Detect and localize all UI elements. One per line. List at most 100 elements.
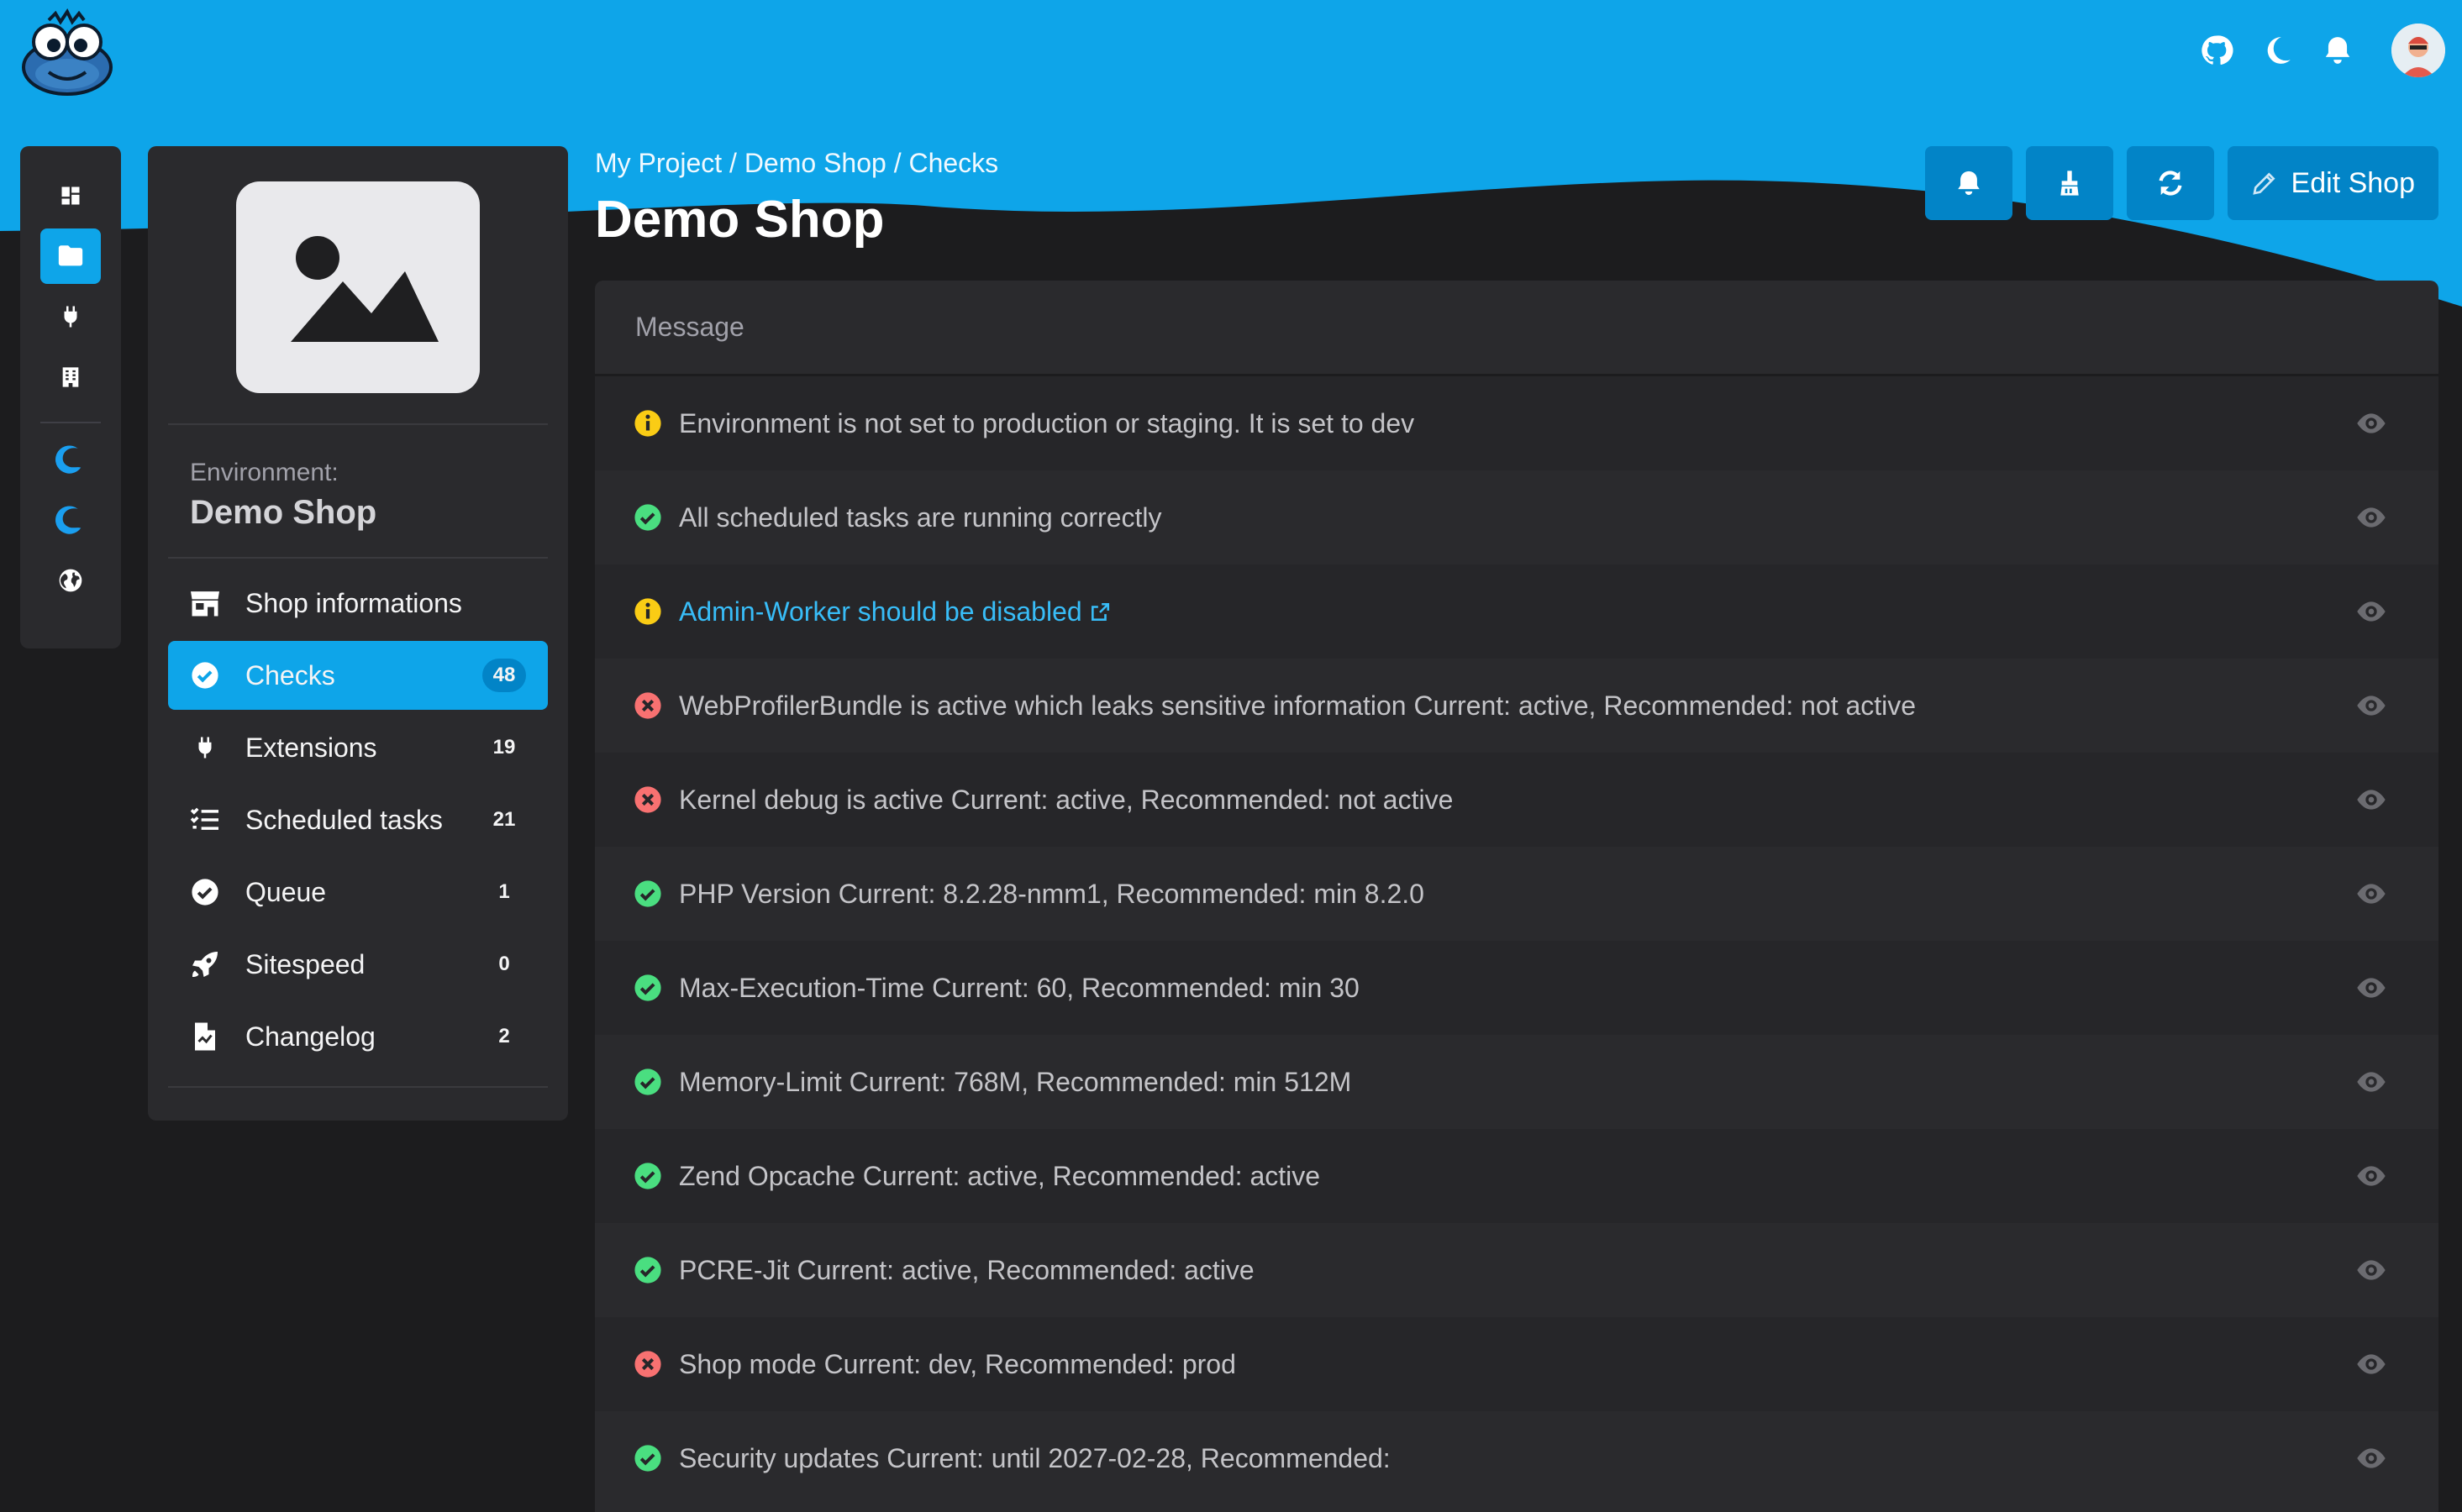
nav-scheduled-tasks[interactable]: Scheduled tasks 21 — [168, 785, 548, 854]
shopware-icon — [55, 445, 82, 474]
check-message-text: Environment is not set to production or … — [679, 407, 1415, 438]
table-row: Environment is not set to production or … — [595, 376, 2438, 470]
rail-globe[interactable] — [40, 553, 101, 608]
rail-extensions[interactable] — [40, 289, 101, 344]
info-circle-icon — [634, 409, 662, 438]
topbar-actions — [2198, 24, 2445, 77]
user-avatar[interactable] — [2391, 24, 2445, 77]
check-message: Environment is not set to production or … — [679, 408, 2354, 439]
icon-rail — [20, 146, 121, 648]
check-message: Kernel debug is active Current: active, … — [679, 785, 2354, 816]
bell-icon[interactable] — [2319, 32, 2356, 69]
table-row: PHP Version Current: 8.2.28-nmm1, Recomm… — [595, 847, 2438, 941]
refresh-icon — [2159, 171, 2181, 196]
nav-changelog[interactable]: Changelog 2 — [168, 1002, 548, 1071]
eye-icon[interactable] — [2354, 1253, 2388, 1287]
environment-label: Environment: — [190, 459, 339, 486]
check-message-text: All scheduled tasks are running correctl… — [679, 501, 1162, 533]
shopware-icon — [55, 506, 82, 534]
eye-icon[interactable] — [2354, 1347, 2388, 1381]
page-title: Demo Shop — [595, 191, 885, 249]
eye-icon[interactable] — [2354, 1159, 2388, 1193]
table-row: Max-Execution-Time Current: 60, Recommen… — [595, 941, 2438, 1035]
eye-icon[interactable] — [2354, 501, 2388, 534]
check-message-text: Zend Opcache Current: active, Recommende… — [679, 1160, 1321, 1191]
shop-panel: Environment: Demo Shop Shop informations… — [148, 146, 568, 1121]
nav-label: Sitespeed — [245, 948, 366, 979]
edit-shop-button[interactable]: Edit Shop — [2227, 146, 2438, 220]
x-circle-icon — [634, 785, 662, 814]
nav-queue[interactable]: Queue 1 — [168, 858, 548, 927]
building-icon — [62, 367, 79, 387]
check-circle-icon — [188, 875, 222, 909]
check-message-text: Shop mode Current: dev, Recommended: pro… — [679, 1348, 1236, 1379]
check-message-text: WebProfilerBundle is active which leaks … — [679, 690, 1917, 721]
breadcrumb-separator: / — [722, 148, 744, 178]
breadcrumb-current[interactable]: Checks — [908, 148, 998, 178]
dashboard-icon — [61, 186, 80, 205]
rail-projects[interactable] — [40, 228, 101, 284]
notifications-button[interactable] — [1924, 146, 2012, 220]
rail-shopware-2[interactable] — [40, 492, 101, 548]
eye-icon[interactable] — [2354, 1441, 2388, 1475]
rail-dashboard[interactable] — [40, 168, 101, 223]
eye-icon[interactable] — [2354, 1065, 2388, 1099]
eye-icon[interactable] — [2354, 877, 2388, 911]
check-message: Security updates Current: until 2027-02-… — [679, 1443, 2354, 1474]
edit-shop-label: Edit Shop — [2291, 166, 2415, 199]
check-message-text: PCRE-Jit Current: active, Recommended: a… — [679, 1254, 1255, 1285]
check-message-text: Security updates Current: until 2027-02-… — [679, 1442, 1391, 1473]
eye-icon[interactable] — [2354, 971, 2388, 1005]
check-message: PCRE-Jit Current: active, Recommended: a… — [679, 1255, 2354, 1286]
nav-sitespeed[interactable]: Sitespeed 0 — [168, 930, 548, 999]
table-row: Kernel debug is active Current: active, … — [595, 753, 2438, 847]
rail-divider — [40, 422, 101, 423]
panel-divider — [168, 557, 548, 559]
check-circle-icon — [634, 1162, 662, 1190]
check-message-text: Kernel debug is active Current: active, … — [679, 784, 1454, 815]
refresh-button[interactable] — [2126, 146, 2214, 220]
breadcrumb-project[interactable]: My Project — [595, 148, 722, 178]
check-circle-icon — [634, 1444, 662, 1473]
check-circle-icon — [634, 1256, 662, 1284]
eye-icon[interactable] — [2354, 689, 2388, 722]
breadcrumb-separator: / — [886, 148, 909, 178]
nav-label: Shop informations — [245, 587, 462, 618]
external-link-icon — [1091, 602, 1109, 621]
check-message-text: Admin-Worker should be disabled — [679, 596, 1082, 627]
table-body: Environment is not set to production or … — [595, 376, 2438, 1505]
info-circle-icon — [634, 597, 662, 626]
nav-count-badge: 2 — [498, 1025, 510, 1047]
rail-organizations[interactable] — [40, 349, 101, 405]
breadcrumb-shop[interactable]: Demo Shop — [744, 148, 886, 178]
nav-count-badge: 48 — [482, 659, 526, 692]
rail-shopware-1[interactable] — [40, 432, 101, 487]
eye-icon[interactable] — [2354, 407, 2388, 440]
checks-table: Message Environment is not set to produc… — [595, 281, 2438, 1512]
nav-extensions[interactable]: Extensions 19 — [168, 713, 548, 782]
app-logo[interactable] — [17, 8, 118, 101]
plug-icon — [188, 731, 222, 764]
app-root: Environment: Demo Shop Shop informations… — [0, 0, 2462, 1512]
check-message-text: Memory-Limit Current: 768M, Recommended:… — [679, 1066, 1352, 1097]
table-row: Admin-Worker should be disabled — [595, 564, 2438, 659]
clear-cache-button[interactable] — [2025, 146, 2113, 220]
check-circle-icon — [634, 879, 662, 908]
check-message[interactable]: Admin-Worker should be disabled — [679, 596, 2354, 627]
eye-icon[interactable] — [2354, 595, 2388, 628]
nav-shop-informations[interactable]: Shop informations — [168, 569, 548, 638]
moon-icon[interactable] — [2259, 32, 2296, 69]
breadcrumb: My Project / Demo Shop / Checks — [595, 148, 998, 179]
image-placeholder-icon — [236, 181, 480, 393]
github-icon[interactable] — [2198, 32, 2235, 69]
panel-divider — [168, 1086, 548, 1088]
nav-label: Scheduled tasks — [245, 804, 443, 835]
nav-checks[interactable]: Checks 48 — [168, 641, 548, 710]
store-icon — [188, 586, 222, 620]
bell-icon — [1957, 171, 1980, 196]
eye-icon[interactable] — [2354, 783, 2388, 816]
check-message: Max-Execution-Time Current: 60, Recommen… — [679, 973, 2354, 1004]
check-message-text: PHP Version Current: 8.2.28-nmm1, Recomm… — [679, 878, 1424, 909]
check-circle-icon — [634, 974, 662, 1002]
folder-icon — [58, 245, 83, 266]
